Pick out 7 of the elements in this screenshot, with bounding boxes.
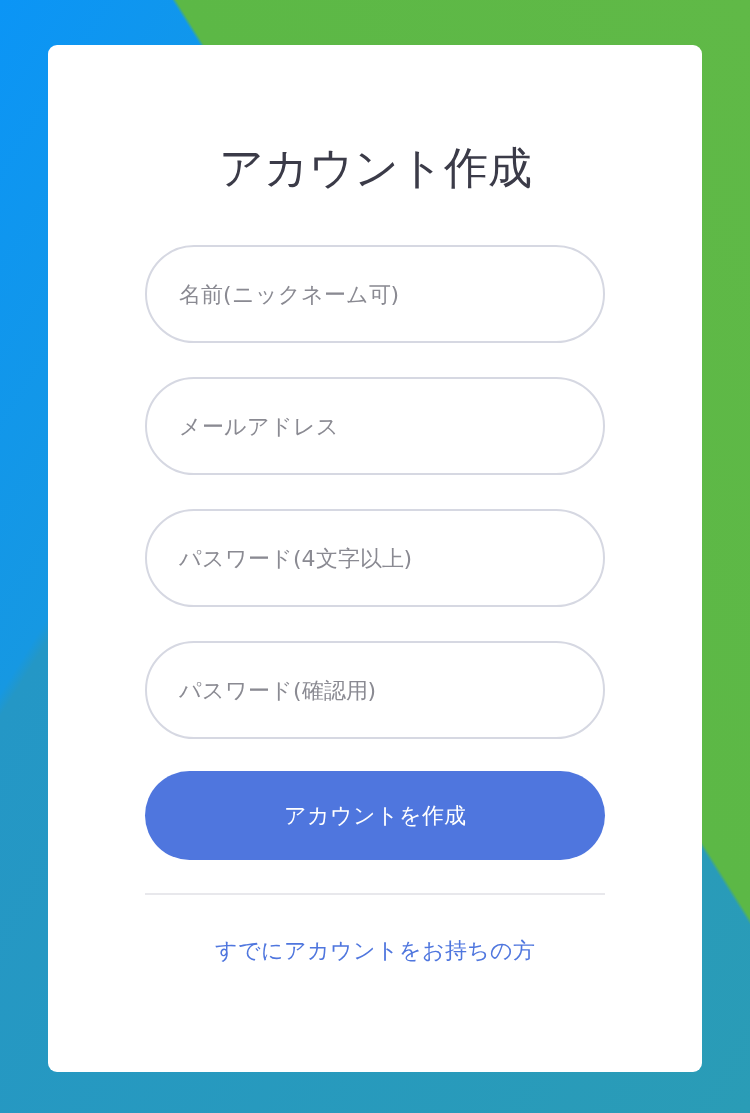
input-field[interactable]: パスワード(4文字以上): [145, 509, 605, 607]
form-title: アカウント作成: [217, 141, 533, 195]
login-link[interactable]: すでにアカウントをお持ちの方: [215, 935, 535, 967]
input-field[interactable]: メールアドレス: [145, 377, 605, 475]
input-field[interactable]: 名前(ニックネーム可): [145, 245, 605, 343]
input-field[interactable]: パスワード(確認用): [145, 641, 605, 739]
create-account-button[interactable]: アカウントを作成: [145, 771, 605, 860]
